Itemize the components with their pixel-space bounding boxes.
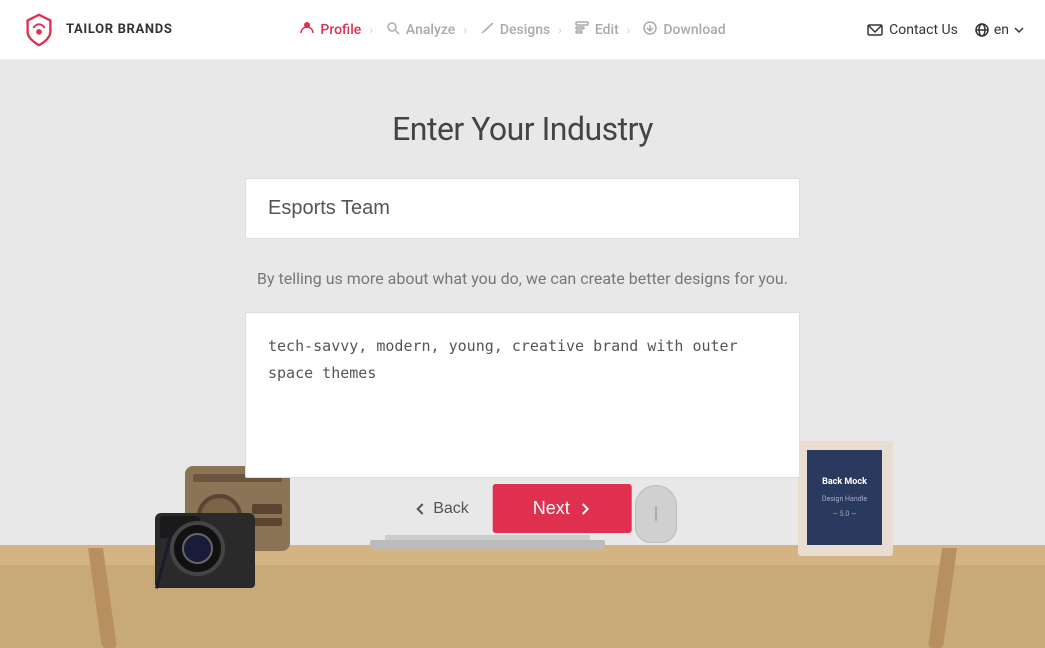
- description-textarea[interactable]: tech-savvy, modern, young, creative bran…: [268, 333, 777, 453]
- nav-step-download-label: Download: [663, 22, 725, 38]
- nav-step-profile-label: Profile: [320, 22, 361, 38]
- step-arrow-2: ›: [463, 23, 467, 37]
- back-button[interactable]: Back: [413, 500, 469, 518]
- step-arrow-1: ›: [369, 23, 373, 37]
- navbar: TAILOR BRANDS Profile › Analyze › Design…: [0, 0, 1045, 60]
- mail-icon: [867, 22, 883, 38]
- page-title: Enter Your Industry: [392, 110, 653, 148]
- nav-step-designs[interactable]: Designs ›: [473, 20, 568, 40]
- industry-input-wrapper: [245, 178, 800, 239]
- laptop-keyboard: [385, 535, 590, 540]
- chevron-down-icon: [1013, 24, 1025, 36]
- globe-icon: [974, 22, 990, 38]
- nav-right: Contact Us en: [825, 22, 1025, 38]
- download-icon: [642, 20, 658, 40]
- nav-step-designs-label: Designs: [500, 22, 550, 38]
- nav-step-analyze-label: Analyze: [406, 22, 455, 38]
- camera-item: [155, 488, 270, 588]
- description-box: tech-savvy, modern, young, creative bran…: [245, 312, 800, 478]
- step-arrow-4: ›: [627, 23, 631, 37]
- nav-step-edit[interactable]: Edit ›: [568, 20, 637, 40]
- nav-step-download[interactable]: Download: [636, 20, 731, 40]
- next-button[interactable]: Next: [493, 484, 632, 533]
- nav-step-edit-label: Edit: [595, 22, 619, 38]
- nav-buttons: Back Next: [413, 484, 632, 533]
- back-label: Back: [433, 500, 469, 518]
- contact-us-button[interactable]: Contact Us: [867, 22, 958, 38]
- nav-step-analyze[interactable]: Analyze ›: [379, 20, 473, 40]
- contact-label: Contact Us: [889, 22, 958, 38]
- back-chevron-icon: [413, 502, 427, 516]
- next-chevron-icon: [578, 502, 592, 516]
- industry-input[interactable]: [268, 197, 777, 220]
- main-content: Enter Your Industry By telling us more a…: [0, 60, 1045, 478]
- mouse-item: [635, 485, 677, 543]
- analyze-icon: [385, 20, 401, 40]
- step-arrow-3: ›: [558, 23, 562, 37]
- designs-icon: [479, 20, 495, 40]
- next-label: Next: [533, 498, 570, 519]
- logo-text: TAILOR BRANDS: [66, 22, 173, 38]
- subtitle-text: By telling us more about what you do, we…: [257, 269, 788, 288]
- nav-steps: Profile › Analyze › Designs › Edit ›: [200, 20, 825, 40]
- lang-label: en: [994, 22, 1009, 38]
- profile-icon: [299, 20, 315, 40]
- laptop-base: [370, 540, 605, 550]
- edit-icon: [574, 20, 590, 40]
- logo[interactable]: TAILOR BRANDS: [20, 11, 200, 49]
- nav-step-profile[interactable]: Profile ›: [293, 20, 379, 40]
- language-selector[interactable]: en: [974, 22, 1025, 38]
